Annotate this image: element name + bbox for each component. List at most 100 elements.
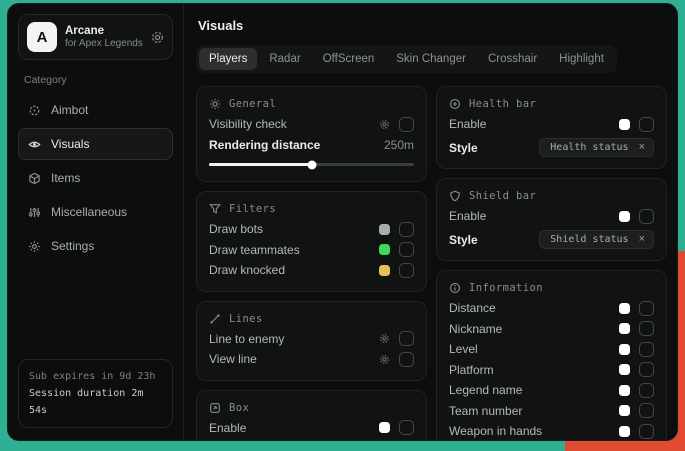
platform-checkbox[interactable] bbox=[639, 362, 654, 377]
sidebar-item-visuals[interactable]: Visuals bbox=[18, 128, 173, 160]
view-line-checkbox[interactable] bbox=[399, 352, 414, 367]
legend-name-row: Legend name bbox=[449, 380, 654, 401]
weapon-in-hands-checkbox[interactable] bbox=[639, 424, 654, 439]
section-title: Filters bbox=[229, 203, 276, 215]
app-subtitle: for Apex Legends bbox=[65, 38, 143, 51]
health-enable-checkbox[interactable] bbox=[639, 117, 654, 132]
rendering-distance-slider[interactable] bbox=[209, 163, 414, 166]
color-swatch[interactable] bbox=[619, 344, 630, 355]
draw-teammates-row: Draw teammates bbox=[209, 240, 414, 261]
color-swatch[interactable] bbox=[619, 405, 630, 416]
section-title: Health bar bbox=[469, 98, 536, 110]
distance-row: Distance bbox=[449, 298, 654, 319]
color-swatch[interactable] bbox=[619, 364, 630, 375]
color-swatch[interactable] bbox=[619, 323, 630, 334]
color-swatch[interactable] bbox=[379, 422, 390, 433]
right-column: Health bar Enable Style Health status bbox=[436, 86, 667, 440]
tab-players[interactable]: Players bbox=[199, 48, 257, 70]
app-logo-card: A Arcane for Apex Legends bbox=[18, 14, 173, 60]
draw-teammates-checkbox[interactable] bbox=[399, 242, 414, 257]
sidebar-item-label: Visuals bbox=[51, 137, 89, 151]
level-checkbox[interactable] bbox=[639, 342, 654, 357]
shield-icon bbox=[449, 190, 461, 202]
sidebar-item-label: Settings bbox=[51, 239, 94, 253]
section-title: Shield bar bbox=[469, 190, 536, 202]
gear-icon[interactable] bbox=[379, 354, 390, 365]
visibility-check-checkbox[interactable] bbox=[399, 117, 414, 132]
color-swatch[interactable] bbox=[619, 303, 630, 314]
shield-style-row: Style Shield status × bbox=[449, 230, 654, 251]
crosshair-icon bbox=[28, 104, 41, 117]
eye-icon bbox=[28, 138, 41, 151]
diagonal-line-icon bbox=[209, 313, 221, 325]
health-enable-row: Enable bbox=[449, 114, 654, 135]
sidebar-item-settings[interactable]: Settings bbox=[18, 230, 173, 262]
draw-bots-checkbox[interactable] bbox=[399, 222, 414, 237]
visibility-check-row: Visibility check bbox=[209, 114, 414, 135]
app-name: Arcane bbox=[65, 24, 143, 38]
tab-crosshair[interactable]: Crosshair bbox=[478, 48, 547, 70]
tab-highlight[interactable]: Highlight bbox=[549, 48, 614, 70]
color-swatch[interactable] bbox=[619, 426, 630, 437]
legend-name-checkbox[interactable] bbox=[639, 383, 654, 398]
sidebar-item-aimbot[interactable]: Aimbot bbox=[18, 94, 173, 126]
team-number-checkbox[interactable] bbox=[639, 403, 654, 418]
close-icon[interactable]: × bbox=[639, 142, 645, 153]
subscription-info: Sub expires in 9d 23h Session duration 2… bbox=[18, 359, 173, 428]
section-title: Box bbox=[229, 402, 249, 414]
info-icon bbox=[449, 282, 461, 294]
health-style-row: Style Health status × bbox=[449, 138, 654, 159]
sidebar-nav: Aimbot Visuals Items bbox=[18, 94, 173, 262]
box-enable-checkbox[interactable] bbox=[399, 420, 414, 435]
general-card: General Visibility check bbox=[196, 86, 427, 182]
shield-enable-checkbox[interactable] bbox=[639, 209, 654, 224]
draw-knocked-row: Draw knocked bbox=[209, 260, 414, 281]
line-to-enemy-row: Line to enemy bbox=[209, 329, 414, 350]
nickname-row: Nickname bbox=[449, 319, 654, 340]
shield-style-select[interactable]: Shield status × bbox=[539, 230, 654, 249]
shield-bar-card: Shield bar Enable Style Shield status bbox=[436, 178, 667, 261]
section-title: Information bbox=[469, 282, 543, 294]
tab-radar[interactable]: Radar bbox=[259, 48, 310, 70]
sidebar-item-items[interactable]: Items bbox=[18, 162, 173, 194]
cards-grid: General Visibility check bbox=[196, 86, 667, 440]
close-icon[interactable]: × bbox=[639, 234, 645, 245]
tab-bar: Players Radar OffScreen Skin Changer Cro… bbox=[196, 45, 617, 73]
gear-icon[interactable] bbox=[379, 333, 390, 344]
app-logo: A bbox=[27, 22, 57, 52]
color-swatch[interactable] bbox=[619, 385, 630, 396]
tab-offscreen[interactable]: OffScreen bbox=[313, 48, 385, 70]
category-label: Category bbox=[24, 74, 167, 86]
session-duration-text: Session duration 2m 54s bbox=[29, 385, 162, 419]
line-to-enemy-checkbox[interactable] bbox=[399, 331, 414, 346]
color-swatch[interactable] bbox=[379, 224, 390, 235]
box-enable-row: Enable bbox=[209, 418, 414, 439]
box-card: Box Enable Enable background bbox=[196, 390, 427, 441]
team-number-row: Team number bbox=[449, 401, 654, 422]
sidebar-item-label: Miscellaneous bbox=[51, 205, 127, 219]
sidebar-item-label: Items bbox=[51, 171, 80, 185]
distance-checkbox[interactable] bbox=[639, 301, 654, 316]
color-swatch[interactable] bbox=[379, 244, 390, 255]
draw-knocked-checkbox[interactable] bbox=[399, 263, 414, 278]
health-style-select[interactable]: Health status × bbox=[539, 138, 654, 157]
box-icon bbox=[209, 402, 221, 414]
view-line-row: View line bbox=[209, 349, 414, 370]
tab-skin-changer[interactable]: Skin Changer bbox=[386, 48, 476, 70]
main-panel: Visuals Players Radar OffScreen Skin Cha… bbox=[184, 4, 677, 440]
health-bar-card: Health bar Enable Style Health status bbox=[436, 86, 667, 169]
rendering-distance-value: 250m bbox=[384, 138, 414, 152]
color-swatch[interactable] bbox=[379, 265, 390, 276]
platform-row: Platform bbox=[449, 360, 654, 381]
sidebar-item-miscellaneous[interactable]: Miscellaneous bbox=[18, 196, 173, 228]
slider-thumb[interactable] bbox=[307, 160, 316, 169]
health-circle-plus-icon bbox=[449, 98, 461, 110]
color-swatch[interactable] bbox=[619, 211, 630, 222]
color-swatch[interactable] bbox=[619, 119, 630, 130]
filters-card: Filters Draw bots Draw teammates bbox=[196, 191, 427, 292]
settings-gear-icon[interactable] bbox=[151, 31, 164, 44]
left-column: General Visibility check bbox=[196, 86, 427, 440]
gear-icon[interactable] bbox=[379, 119, 390, 130]
shield-enable-row: Enable bbox=[449, 206, 654, 227]
nickname-checkbox[interactable] bbox=[639, 321, 654, 336]
